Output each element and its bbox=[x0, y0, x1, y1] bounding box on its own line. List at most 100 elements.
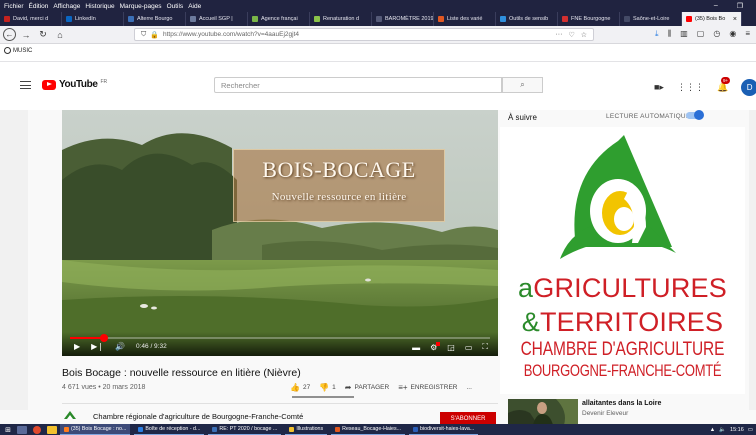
like-button[interactable]: 👍 27 bbox=[290, 383, 310, 392]
restore-icon[interactable]: ❐ bbox=[737, 2, 743, 10]
minimize-icon[interactable]: – bbox=[714, 2, 718, 10]
extension-icon[interactable]: ◉ bbox=[729, 29, 736, 39]
close-tab-icon[interactable]: × bbox=[733, 16, 737, 23]
tab-label: FNE Bourgogne bbox=[571, 16, 611, 22]
progress-bar[interactable] bbox=[70, 334, 490, 342]
channel-avatar[interactable] bbox=[63, 410, 77, 420]
video-player[interactable] bbox=[62, 110, 498, 356]
music-bookmark[interactable]: MUSIC bbox=[4, 47, 32, 54]
menu-help[interactable]: Aide bbox=[188, 3, 201, 10]
browser-tab[interactable]: BAROMÈTRE 2019 bbox=[372, 12, 434, 26]
menu-history[interactable]: Historique bbox=[85, 3, 114, 10]
menu-view[interactable]: Affichage bbox=[53, 3, 80, 10]
browser-tab[interactable]: Agence françai bbox=[248, 12, 310, 26]
fullscreen-icon[interactable]: ⛶ bbox=[482, 342, 488, 352]
music-icon bbox=[4, 47, 11, 54]
upload-video-icon[interactable]: ■▸ bbox=[654, 82, 664, 93]
taskbar-app[interactable]: (35) Bois Bocage : no... bbox=[60, 424, 131, 435]
sync-icon[interactable]: ◷ bbox=[713, 29, 720, 39]
youtube-logo[interactable]: YouTube FR bbox=[42, 79, 107, 90]
logo-letter-a: a bbox=[518, 273, 534, 303]
tray-network-icon[interactable]: ▲ bbox=[710, 427, 715, 433]
next-video-thumbnail[interactable]: aGRICULTURES &TERRITOIRES CHAMBRE D'AGRI… bbox=[500, 127, 745, 394]
tab-strip: David, merci d LinkedIn Alterre Bourgo Accu… bbox=[0, 12, 756, 26]
browser-tab[interactable]: FNE Bourgogne bbox=[558, 12, 620, 26]
page-scrollbar[interactable] bbox=[749, 110, 756, 410]
suggestion-thumbnail[interactable] bbox=[508, 399, 578, 425]
hamburger-menu-icon[interactable] bbox=[20, 81, 31, 89]
search-input[interactable]: Rechercher bbox=[214, 77, 502, 93]
menu-icon[interactable]: ≡ bbox=[745, 29, 750, 39]
progress-scrubber[interactable] bbox=[99, 334, 108, 342]
menu-file[interactable]: Fichier bbox=[4, 3, 24, 10]
back-arrow-icon[interactable]: ← bbox=[3, 28, 16, 41]
forward-arrow-icon[interactable]: → bbox=[19, 28, 33, 42]
menu-tools[interactable]: Outils bbox=[167, 3, 184, 10]
sidebar-icon[interactable]: ▥ bbox=[680, 29, 688, 39]
tray-notifications-icon[interactable]: ▭ bbox=[748, 427, 753, 433]
chrome-taskbar-icon[interactable] bbox=[33, 425, 41, 434]
toolbar-icons: ⤓ ⫼ ▥ ▢ ◷ ◉ ≡ bbox=[655, 29, 750, 39]
screenshot-icon[interactable]: ▢ bbox=[697, 29, 705, 39]
taskbar-app[interactable]: biodiversit-haies-lava... bbox=[409, 424, 479, 435]
next-icon[interactable]: ▶❘ bbox=[91, 342, 104, 351]
download-icon[interactable]: ⤓ bbox=[655, 29, 659, 39]
browser-tab[interactable]: (35) Bois Bo × bbox=[682, 12, 742, 26]
page-actions-icon[interactable]: ··· bbox=[555, 31, 562, 39]
logo-line-chambre: CHAMBRE D'AGRICULTURE bbox=[520, 338, 725, 360]
theater-mode-icon[interactable]: ▭ bbox=[465, 343, 473, 352]
task-view-icon[interactable] bbox=[17, 425, 27, 434]
file-explorer-icon[interactable] bbox=[47, 425, 57, 434]
taskbar-app[interactable]: Boîte de réception - d... bbox=[134, 424, 205, 435]
tab-label: Outils de sensib bbox=[509, 16, 549, 22]
share-button[interactable]: ➦ PARTAGER bbox=[345, 383, 389, 392]
system-tray: ▲ 🔈 15:16 ▭ bbox=[710, 427, 753, 433]
avatar[interactable]: D bbox=[741, 79, 756, 96]
logo-word-gricultures: GRICULTURES bbox=[533, 273, 727, 303]
search-placeholder: Rechercher bbox=[221, 80, 260, 90]
autoplay-toggle[interactable] bbox=[686, 110, 704, 120]
subtitles-icon[interactable]: ▬ bbox=[412, 343, 420, 352]
library-icon[interactable]: ⫼ bbox=[668, 29, 672, 39]
reload-icon[interactable]: ↻ bbox=[36, 28, 50, 42]
tray-volume-icon[interactable]: 🔈 bbox=[719, 427, 726, 433]
browser-tab[interactable]: Accueil SGP | bbox=[186, 12, 248, 26]
browser-tab[interactable]: Alterre Bourgo bbox=[124, 12, 186, 26]
windows-start-icon[interactable]: ⊞ bbox=[2, 426, 14, 434]
save-button[interactable]: ≡+ ENREGISTRER bbox=[398, 383, 457, 392]
lock-icon[interactable]: 🔒 bbox=[150, 31, 159, 39]
browser-tab[interactable]: Renaturation d bbox=[310, 12, 372, 26]
suggestion-title[interactable]: allaitantes dans la Loire bbox=[582, 400, 661, 407]
browser-tab[interactable]: LinkedIn bbox=[62, 12, 124, 26]
navigation-toolbar: ← → ↻ ⌂ ⛉ 🔒 https://www.youtube.com/watc… bbox=[0, 26, 756, 44]
search-button[interactable]: ⌕ bbox=[502, 77, 543, 93]
taskbar-app[interactable]: RE: PT 2020 / bocage ... bbox=[208, 424, 282, 435]
volume-icon[interactable]: 🔊 bbox=[115, 342, 125, 351]
apps-grid-icon[interactable]: ⋮⋮⋮ bbox=[677, 82, 704, 93]
address-bar[interactable]: ⛉ 🔒 https://www.youtube.com/watch?v=4aau… bbox=[134, 28, 594, 41]
browser-tab[interactable]: David, merci d bbox=[0, 12, 62, 26]
channel-name[interactable]: Chambre régionale d'agriculture de Bourg… bbox=[93, 412, 303, 421]
menu-edit[interactable]: Édition bbox=[29, 3, 49, 10]
notifications-bell-icon[interactable]: 🔔 9+ bbox=[717, 77, 731, 93]
taskbar-app[interactable]: Reseau_Bocage-Haies... bbox=[331, 424, 406, 435]
home-icon[interactable]: ⌂ bbox=[53, 28, 67, 42]
taskbar-app-icon bbox=[413, 426, 419, 432]
pocket-icon[interactable]: ♡ bbox=[568, 31, 574, 39]
browser-tab[interactable]: Outils de sensib bbox=[496, 12, 558, 26]
browser-tab[interactable]: Liste des varié bbox=[434, 12, 496, 26]
music-bookmark-label: MUSIC bbox=[13, 47, 33, 54]
bookmark-star-icon[interactable]: ☆ bbox=[581, 31, 587, 39]
browser-tab[interactable]: Saône-et-Loire bbox=[620, 12, 682, 26]
url-text[interactable]: https://www.youtube.com/watch?v=4aauEj2g… bbox=[163, 31, 299, 38]
settings-gear-icon[interactable]: ⚙ bbox=[430, 341, 441, 352]
logo-word-territoires: TERRITOIRES bbox=[539, 307, 724, 337]
more-actions-button[interactable]: ... bbox=[466, 384, 471, 391]
shield-icon[interactable]: ⛉ bbox=[141, 31, 146, 39]
dislike-button[interactable]: 👎 1 bbox=[319, 383, 336, 392]
taskbar-app[interactable]: Illustrations bbox=[285, 424, 328, 435]
play-icon[interactable]: ▶ bbox=[74, 342, 80, 351]
tray-clock[interactable]: 15:16 bbox=[730, 427, 744, 433]
menu-bookmarks[interactable]: Marque-pages bbox=[120, 3, 162, 10]
miniplayer-icon[interactable]: ◲ bbox=[447, 343, 455, 352]
